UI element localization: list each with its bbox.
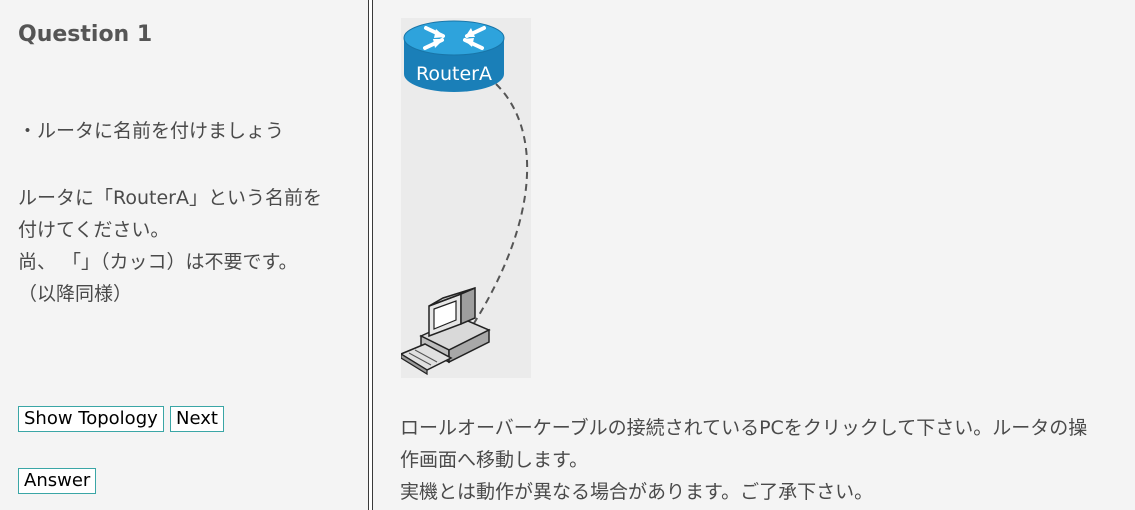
router-icon[interactable]: RouterA	[403, 20, 505, 92]
message-line: ロールオーバーケーブルの接続されているPCをクリックして下さい。ルータの操	[400, 417, 1088, 439]
question-title: Question 1	[18, 22, 153, 47]
panel-divider	[368, 0, 373, 510]
instruction-line: ルータに「RouterA」という名前を	[18, 187, 322, 209]
instruction-line: 付けてください。	[18, 219, 170, 241]
task-instructions: ルータに「RouterA」という名前を 付けてください。 尚、 「」（カッコ）は…	[18, 182, 363, 310]
task-bullet: ・ルータに名前を付けましょう	[18, 120, 285, 142]
answer-button[interactable]: Answer	[18, 468, 97, 494]
topology-area: RouterA ロールオーバーケーブルの接続されているPCをクリックして下さい。…	[374, 0, 1135, 510]
instruction-message: ロールオーバーケーブルの接続されているPCをクリックして下さい。ルータの操 作画…	[400, 412, 1135, 508]
show-topology-button[interactable]: Show Topology	[18, 406, 164, 432]
instruction-line: （以降同様）	[18, 283, 133, 305]
question-panel: Question 1 ・ルータに名前を付けましょう ルータに「RouterA」と…	[0, 0, 368, 510]
pc-icon[interactable]	[399, 286, 491, 376]
instruction-line: 尚、 「」（カッコ）は不要です。	[18, 251, 298, 273]
rollover-cable	[470, 83, 529, 329]
next-button[interactable]: Next	[170, 406, 224, 432]
message-line: 作画面へ移動します。	[400, 449, 589, 471]
message-line: 実機とは動作が異なる場合があります。ご了承下さい。	[400, 481, 874, 503]
topology-panel: RouterA	[399, 18, 531, 378]
router-label: RouterA	[416, 63, 492, 85]
topology-diagram: RouterA	[399, 20, 529, 376]
